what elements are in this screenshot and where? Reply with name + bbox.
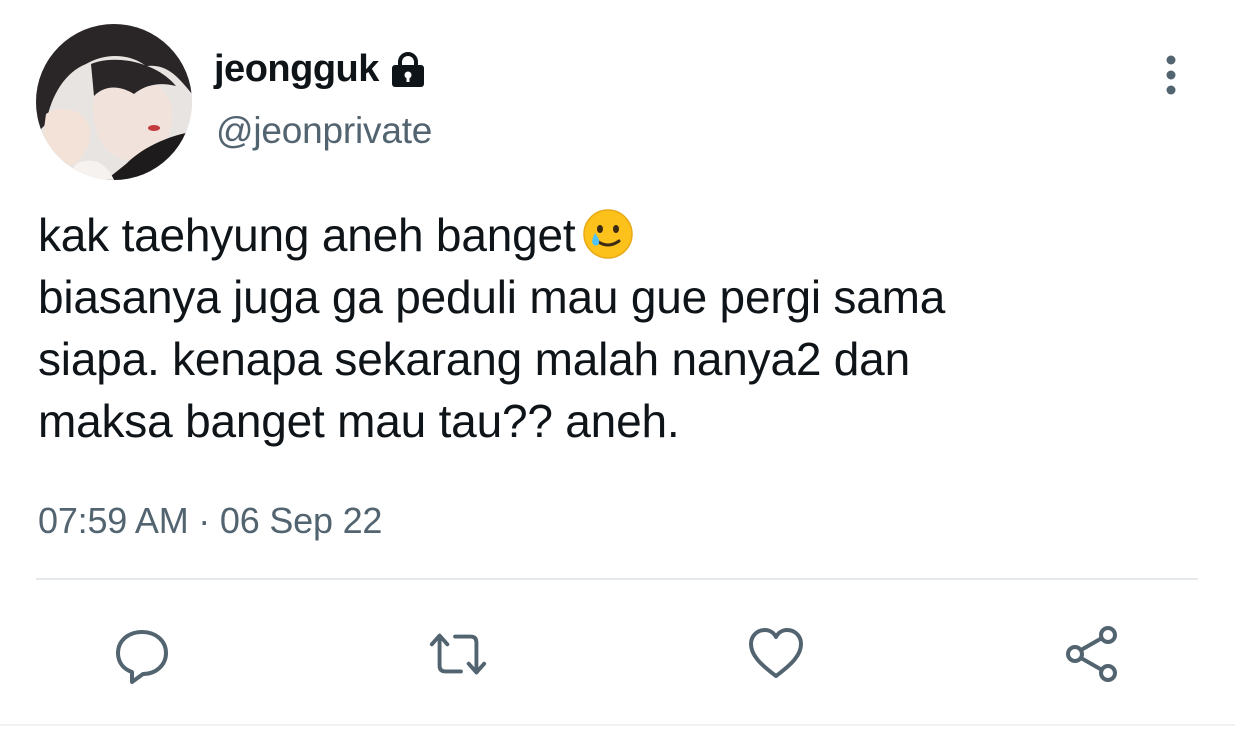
more-vertical-icon[interactable] [1154, 52, 1188, 98]
heart-icon [749, 628, 803, 678]
tweet-line-1-text: kak taehyung aneh banget [38, 209, 576, 261]
share-icon [1066, 626, 1117, 682]
reply-icon [116, 630, 168, 684]
tweet-line-3: siapa. kenapa sekarang malah nanya2 dan [38, 333, 910, 385]
display-name[interactable]: jeongguk [214, 48, 379, 91]
retweet-icon [429, 633, 487, 675]
lock-icon [389, 52, 427, 88]
retweet-button[interactable] [426, 622, 490, 686]
bottom-divider [0, 724, 1235, 726]
user-handle[interactable]: @jeonprivate [216, 110, 432, 152]
tweet-line-4: maksa banget mau tau?? aneh. [38, 395, 680, 447]
tweet-text: kak taehyung aneh banget biasanya juga g… [38, 204, 1188, 452]
divider [36, 578, 1198, 580]
tweet-line-2: biasanya juga ga peduli mau gue pergi sa… [38, 271, 946, 323]
share-button[interactable] [1060, 622, 1124, 686]
timestamp[interactable]: 07:59 AM · 06 Sep 22 [38, 500, 382, 542]
avatar[interactable] [36, 24, 192, 180]
display-name-row: jeongguk [214, 44, 427, 94]
reply-button[interactable] [110, 622, 174, 686]
like-button[interactable] [744, 622, 808, 686]
smiling-face-with-tear-icon [581, 207, 635, 261]
tweet-line-1: kak taehyung aneh banget [38, 204, 1188, 266]
avatar-image [36, 24, 192, 180]
tweet-card: jeongguk @jeonprivate kak taehyung aneh … [0, 0, 1235, 744]
